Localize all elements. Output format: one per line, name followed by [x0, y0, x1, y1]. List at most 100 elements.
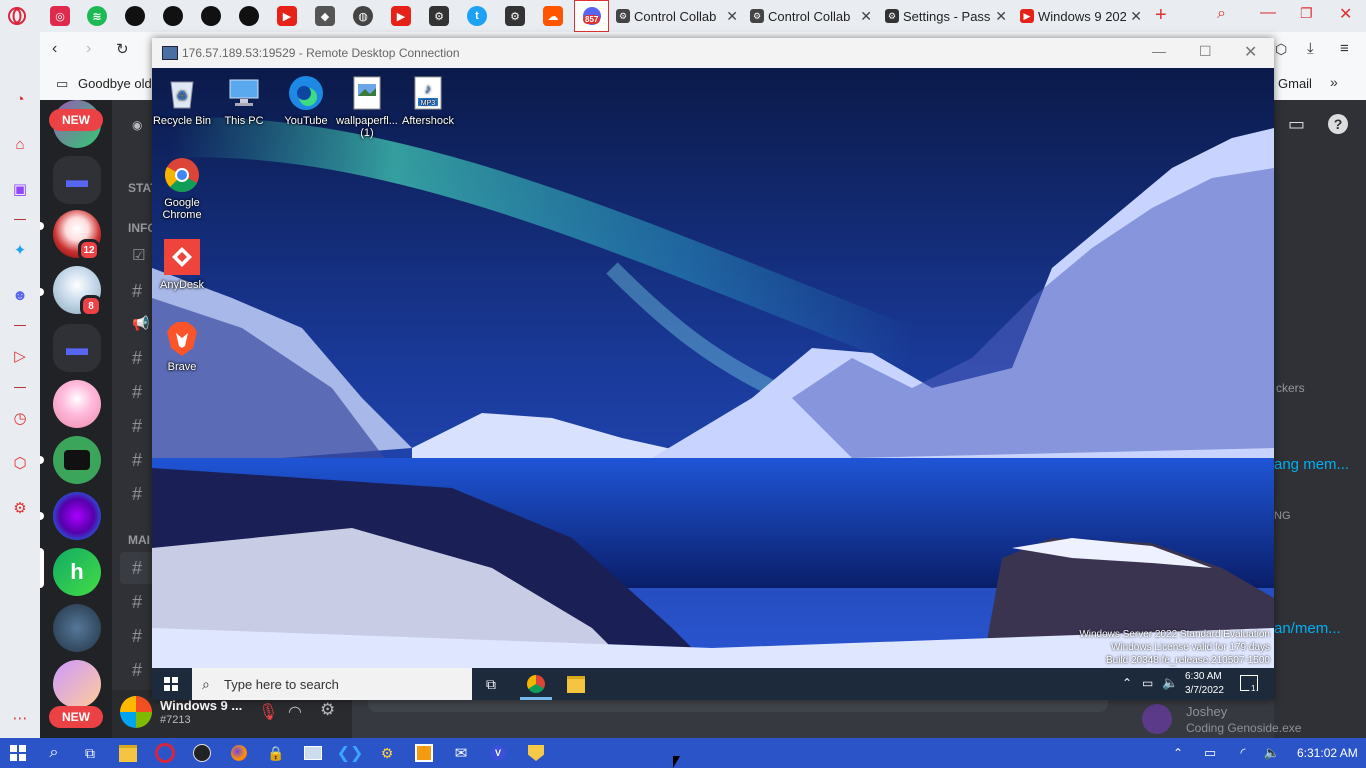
activity-card[interactable]: Joshey Coding Genoside.exe [1130, 700, 1310, 738]
close-tab-icon[interactable]: ✕ [726, 8, 738, 25]
desktop-icon-wallpaper[interactable]: wallpaperfl... (1) [336, 74, 398, 139]
bookmark-gmail[interactable]: Gmail [1278, 76, 1312, 91]
desktop-icon-google-chrome[interactable]: Google Chrome [152, 156, 213, 221]
back-icon[interactable]: ‹ [52, 40, 57, 58]
pinned-tab-github-icon[interactable] [163, 6, 183, 26]
avatar[interactable] [120, 696, 152, 728]
download-icon[interactable]: ⤓ [1307, 40, 1314, 57]
channel-hash-icon[interactable]: # [132, 592, 142, 613]
menu-icon[interactable]: ≡ [1340, 40, 1349, 57]
more-bookmarks-icon[interactable]: » [1330, 74, 1338, 90]
python-icon[interactable]: ⚙ [377, 743, 397, 763]
member-snippet[interactable]: an/mem... [1274, 620, 1341, 637]
tab-control-collab-2[interactable]: ⚙ Control Collab ✕ [750, 2, 872, 30]
pinned-tab-globe-icon[interactable]: ◍ [353, 6, 373, 26]
desktop-icon-youtube[interactable]: YouTube [275, 74, 337, 127]
pinned-tab-github-icon[interactable] [201, 6, 221, 26]
server-anime-3[interactable] [53, 380, 101, 428]
channel-hash-icon[interactable]: # [132, 484, 142, 505]
settings-gear-icon[interactable]: ⚙ [320, 700, 335, 720]
firefox-icon[interactable] [229, 743, 249, 763]
server-folder-icon[interactable]: ▬ [53, 324, 101, 372]
taskbar-clock[interactable]: 6:31:02 AM [1297, 746, 1358, 760]
server-folder-icon[interactable]: ▬ [53, 156, 101, 204]
twitter-icon[interactable]: ✦ [10, 240, 30, 260]
remote-desktop-window[interactable]: 176.57.189.53:19529 - Remote Desktop Con… [152, 38, 1274, 700]
inbox-icon[interactable]: ▭ [1288, 114, 1305, 135]
channel-hash-icon[interactable]: # [132, 382, 142, 403]
pinned-tab-youtube-icon[interactable]: ▶ [277, 6, 297, 26]
search-icon[interactable]: ⌕ [44, 743, 64, 763]
tab-windows-9[interactable]: ▶ Windows 9 202 ✕ [1020, 2, 1142, 30]
wifi-icon[interactable]: ◜ [1233, 743, 1253, 763]
server-purple[interactable] [53, 492, 101, 540]
pinned-tab-youtube-icon[interactable]: ▶ [391, 6, 411, 26]
taskbar-chrome-icon[interactable] [527, 675, 545, 693]
desktop-icon-aftershock[interactable]: ♪ MP3 Aftershock [397, 74, 459, 127]
more-icon[interactable]: ⋯ [10, 708, 30, 728]
remote-search-box[interactable]: ⌕ Type here to search [192, 668, 472, 700]
windows-start-icon[interactable] [8, 743, 28, 763]
task-view-icon[interactable]: ⧉ [80, 743, 100, 763]
desktop-icon-recycle-bin[interactable]: ♻ Recycle Bin [152, 74, 213, 127]
pinned-tab-spotify-icon[interactable]: ≋ [87, 6, 107, 26]
cube-icon[interactable]: ⬡ [10, 453, 30, 473]
pinned-tab-app-icon[interactable]: ◆ [315, 6, 335, 26]
remote-desktop-icon[interactable] [303, 743, 323, 763]
member-snippet[interactable]: ang mem... [1274, 456, 1349, 473]
player-icon[interactable]: ▷ [10, 346, 30, 366]
volume-icon[interactable]: 🔈 [1262, 743, 1282, 763]
channel-hash-icon[interactable]: # [132, 450, 142, 471]
volume-icon[interactable]: 🔈 [1162, 675, 1178, 691]
cube-icon[interactable]: ⬡ [1275, 41, 1287, 58]
app-shield-icon[interactable] [526, 743, 546, 763]
channel-hash-icon[interactable]: # [132, 281, 142, 302]
pinned-tab-robot-icon[interactable]: ⚙ [429, 6, 449, 26]
app-orange-icon[interactable] [414, 743, 434, 763]
restore-icon[interactable]: ❐ [1300, 5, 1313, 22]
forward-icon[interactable]: › [86, 40, 91, 58]
opera-icon[interactable] [155, 743, 175, 763]
checkbox-channel-icon[interactable]: ☑ [132, 246, 145, 264]
mute-icon[interactable]: 🎙 [258, 702, 278, 722]
lock-app-icon[interactable]: 🔒 [266, 743, 286, 763]
channel-hash-icon[interactable]: # [132, 348, 142, 369]
reload-icon[interactable]: ↻ [116, 40, 129, 58]
close-tab-icon[interactable]: ✕ [860, 8, 872, 25]
announcement-channel-icon[interactable]: 📢 [132, 315, 149, 332]
remote-clock-date[interactable]: 3/7/2022 [1185, 685, 1224, 696]
tab-settings-passwords[interactable]: ⚙ Settings - Pass ✕ [885, 2, 1007, 30]
desktop-icon-anydesk[interactable]: AnyDesk [152, 238, 213, 291]
server-bot[interactable] [53, 436, 101, 484]
minimize-icon[interactable]: — [1260, 4, 1276, 22]
close-tab-icon[interactable]: ✕ [1130, 8, 1142, 25]
vscode-icon[interactable]: ❮❯ [337, 743, 364, 763]
server-green[interactable]: h [53, 548, 101, 596]
pinned-tab-gamepad-icon[interactable]: ◎ [50, 6, 70, 26]
tray-chevron-icon[interactable]: ⌃ [1122, 676, 1132, 690]
tab-control-collab-1[interactable]: ⚙ Control Collab ✕ [616, 2, 738, 30]
help-icon[interactable]: ? [1328, 114, 1348, 134]
pinned-tab-github-icon[interactable] [239, 6, 259, 26]
remote-clock-time[interactable]: 6:30 AM [1185, 671, 1222, 682]
rdp-title-bar[interactable]: 176.57.189.53:19529 - Remote Desktop Con… [152, 38, 1274, 68]
twitch-icon[interactable]: ▣ [10, 179, 30, 199]
vortix-icon[interactable]: V [488, 743, 508, 763]
active-pinned-tab[interactable]: 857 [574, 0, 609, 32]
bookmark-goodbye[interactable]: Goodbye old [78, 76, 152, 91]
channel-hash-icon[interactable]: # [132, 626, 142, 647]
mail-icon[interactable]: ✉ [451, 743, 471, 763]
remote-desktop-wallpaper[interactable]: ♻ Recycle Bin This PC YouTube wallpaperf… [152, 68, 1274, 668]
windows-start-icon[interactable] [164, 677, 178, 691]
channel-hash-icon[interactable]: # [132, 558, 142, 579]
discord-icon[interactable]: ☻ [10, 285, 30, 305]
desktop-icon-brave[interactable]: Brave [152, 320, 213, 373]
history-icon[interactable]: ◷ [10, 408, 30, 428]
pinned-tab-github-icon[interactable] [125, 6, 145, 26]
battery-icon[interactable]: ▭ [1200, 743, 1220, 763]
maximize-icon[interactable]: ☐ [1199, 43, 1212, 60]
minimize-icon[interactable]: — [1152, 43, 1166, 59]
network-icon[interactable]: ▭ [1142, 676, 1153, 690]
extension-icon[interactable]: ⌂ [10, 134, 30, 154]
desktop-icon-this-pc[interactable]: This PC [213, 74, 275, 127]
